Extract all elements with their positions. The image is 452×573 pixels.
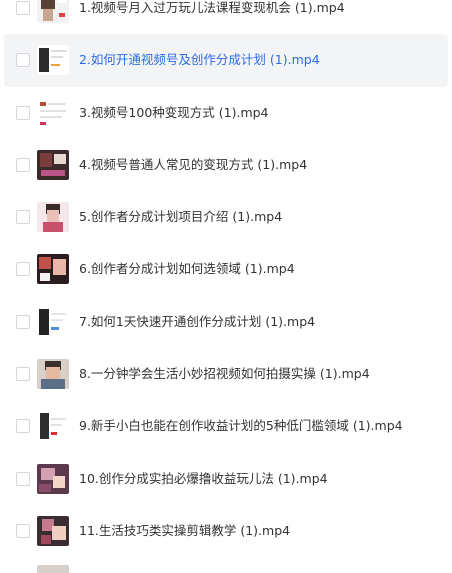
select-checkbox[interactable] — [16, 314, 30, 329]
select-checkbox[interactable] — [16, 210, 30, 225]
file-name[interactable]: 11.生活技巧类实操剪辑教学 (1).mp4 — [79, 522, 290, 540]
video-thumbnail — [37, 515, 69, 546]
file-name[interactable]: 9.新手小白也能在创作收益计划的5种低门槛领域 (1).mp4 — [79, 417, 403, 435]
file-name[interactable]: 4.视频号普通人常见的变现方式 (1).mp4 — [79, 156, 307, 174]
file-row[interactable]: 11.生活技巧类实操剪辑教学 (1).mp4 — [0, 505, 452, 557]
file-name[interactable]: 8.一分钟学会生活小妙招视频如何拍摄实操 (1).mp4 — [79, 365, 370, 383]
file-row[interactable]: 10.创作分成实拍必爆撸收益玩儿法 (1).mp4 — [0, 453, 452, 505]
video-thumbnail — [37, 254, 69, 285]
video-thumbnail — [37, 359, 69, 390]
file-row[interactable]: 6.创作者分成计划如何选领域 (1).mp4 — [0, 243, 452, 295]
file-row[interactable]: 4.视频号普通人常见的变现方式 (1).mp4 — [0, 139, 452, 191]
select-checkbox[interactable] — [16, 1, 30, 15]
file-row[interactable]: 7.如何1天快速开通创作分成计划 (1).mp4 — [0, 296, 452, 348]
file-name[interactable]: 3.视频号100种变现方式 (1).mp4 — [79, 104, 269, 122]
video-thumbnail — [37, 463, 69, 494]
select-checkbox[interactable] — [16, 367, 30, 382]
file-name[interactable]: 6.创作者分成计划如何选领域 (1).mp4 — [79, 260, 295, 278]
video-thumbnail — [37, 411, 69, 442]
select-checkbox[interactable] — [16, 419, 30, 434]
file-name[interactable]: 7.如何1天快速开通创作分成计划 (1).mp4 — [79, 313, 315, 331]
select-checkbox[interactable] — [16, 471, 30, 486]
file-name[interactable]: 5.创作者分成计划项目介绍 (1).mp4 — [79, 208, 282, 226]
file-name[interactable]: 2.如何开通视频号及创作分成计划 (1).mp4 — [79, 51, 320, 69]
file-row[interactable]: 9.新手小白也能在创作收益计划的5种低门槛领域 (1).mp4 — [0, 400, 452, 452]
video-thumbnail-partial — [37, 565, 69, 573]
file-row[interactable]: 5.创作者分成计划项目介绍 (1).mp4 — [0, 191, 452, 243]
video-thumbnail — [37, 0, 69, 23]
file-row[interactable]: 1.视频号月入过万玩儿法课程变现机会 (1).mp4 — [0, 0, 452, 34]
file-row[interactable]: 8.一分钟学会生活小妙招视频如何拍摄实操 (1).mp4 — [0, 348, 452, 400]
file-name[interactable]: 10.创作分成实拍必爆撸收益玩儿法 (1).mp4 — [79, 470, 328, 488]
video-thumbnail — [37, 202, 69, 233]
select-checkbox[interactable] — [16, 53, 30, 68]
video-thumbnail — [37, 149, 69, 180]
video-thumbnail — [37, 97, 69, 128]
video-thumbnail — [37, 306, 69, 337]
file-list: 1.视频号月入过万玩儿法课程变现机会 (1).mp4 2.如何开通视频号及创作分成… — [0, 0, 452, 557]
select-checkbox[interactable] — [16, 105, 30, 120]
video-thumbnail — [37, 45, 69, 76]
file-row[interactable]: 3.视频号100种变现方式 (1).mp4 — [0, 87, 452, 139]
file-name[interactable]: 1.视频号月入过万玩儿法课程变现机会 (1).mp4 — [79, 0, 345, 17]
file-row[interactable]: 2.如何开通视频号及创作分成计划 (1).mp4 — [4, 34, 448, 87]
select-checkbox[interactable] — [16, 157, 30, 172]
select-checkbox[interactable] — [16, 523, 30, 538]
select-checkbox[interactable] — [16, 262, 30, 277]
